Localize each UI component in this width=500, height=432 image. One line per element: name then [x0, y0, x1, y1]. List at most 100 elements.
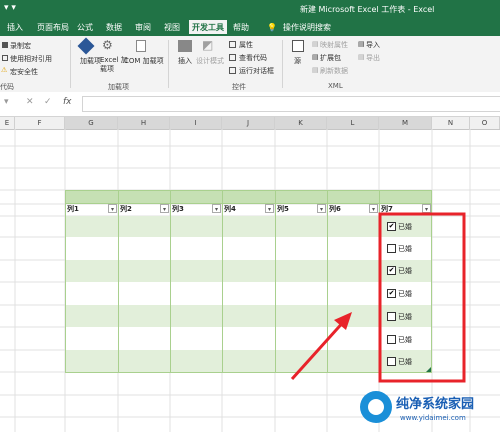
tab-help[interactable]: 帮助	[230, 20, 252, 36]
xml-source-button[interactable]: 源	[294, 56, 301, 66]
table-header-label: 列3	[172, 205, 184, 213]
column-header[interactable]: O	[470, 117, 500, 129]
enter-icon[interactable]: ✓	[44, 97, 52, 107]
checkbox-label: 已婚	[398, 336, 412, 344]
record-macro-icon	[2, 42, 8, 48]
column-header[interactable]: E	[0, 117, 15, 129]
column-header[interactable]: L	[327, 117, 379, 129]
column-header[interactable]: J	[222, 117, 275, 129]
design-mode-icon: ◩	[202, 38, 214, 52]
add-in-icon	[77, 37, 95, 55]
checkbox-label: 已婚	[398, 358, 412, 366]
married-checkbox[interactable]: ✔	[387, 222, 396, 231]
cancel-icon[interactable]: ✕	[26, 97, 34, 107]
ribbon-tabs: 插入 页面布局 公式 数据 审阅 视图 开发工具 帮助 💡 操作说明搜索	[0, 18, 500, 36]
relative-reference-button[interactable]: 使用相对引用	[10, 54, 52, 64]
column-header[interactable]: H	[118, 117, 170, 129]
group-separator	[168, 40, 169, 88]
run-dialog-button[interactable]: 运行对话框	[239, 66, 274, 76]
design-mode-button[interactable]: 设计模式	[196, 56, 224, 66]
checkbox-label: 已婚	[398, 313, 412, 321]
refresh-data-button[interactable]: 刷新数据	[320, 66, 348, 76]
name-box-dropdown-icon[interactable]: ▾	[4, 97, 9, 107]
refresh-data-icon: ▤	[312, 66, 319, 74]
column-header[interactable]: G	[65, 117, 118, 129]
tab-developer[interactable]: 开发工具	[189, 20, 227, 36]
function-icon[interactable]: fx	[63, 97, 72, 107]
table-header-label: 列2	[120, 205, 132, 213]
insert-controls-icon	[178, 40, 192, 52]
import-button[interactable]: 导入	[366, 40, 380, 50]
married-checkbox[interactable]	[387, 335, 396, 344]
expansion-pack-icon: ▤	[312, 53, 319, 61]
worksheet-grid[interactable]: 列1 ▾ 列2 ▾ 列3 ▾ 列4 ▾ 列5 ▾ 列6 ▾ 列7 ▾ ✔ 已婚 …	[0, 129, 500, 432]
table-resize-handle[interactable]	[426, 367, 431, 372]
tab-page-layout[interactable]: 页面布局	[34, 20, 72, 36]
quick-access-arrows-icon[interactable]: ▾ ▾	[4, 3, 16, 13]
filter-dropdown-icon[interactable]: ▾	[265, 204, 274, 213]
tab-review[interactable]: 审阅	[132, 20, 154, 36]
tab-insert[interactable]: 插入	[4, 20, 26, 36]
column-header[interactable]: K	[275, 117, 327, 129]
table-header-label: 列1	[67, 205, 79, 213]
tab-formulas[interactable]: 公式	[74, 20, 96, 36]
macro-security-button[interactable]: 宏安全性	[10, 67, 38, 77]
xml-source-icon	[292, 40, 304, 52]
filter-dropdown-icon[interactable]: ▾	[212, 204, 221, 213]
column-header[interactable]: M	[379, 117, 432, 129]
column-header[interactable]: I	[170, 117, 222, 129]
filter-dropdown-icon[interactable]: ▾	[369, 204, 378, 213]
group-separator	[282, 40, 283, 88]
watermark-logo: 纯净系统家园 www.yidaimei.com	[360, 387, 500, 432]
table-header-label: 列6	[329, 205, 341, 213]
insert-control-button[interactable]: 插入	[178, 56, 192, 66]
window-title: 新建 Microsoft Excel 工作表 - Excel	[300, 5, 435, 14]
group-label-xml: XML	[328, 82, 343, 90]
tell-me-search[interactable]: 操作说明搜索	[280, 20, 334, 36]
expansion-pack-button[interactable]: 扩展包	[320, 53, 341, 63]
excel-addin-gear-icon: ⚙	[102, 38, 113, 52]
group-label-code: 代码	[0, 83, 14, 91]
table-header-label: 列7	[381, 205, 393, 213]
properties-icon	[229, 41, 236, 48]
checkbox-label: 已婚	[398, 245, 412, 253]
column-header[interactable]: N	[432, 117, 470, 129]
title-bar: ▾ ▾ 新建 Microsoft Excel 工作表 - Excel	[0, 0, 500, 18]
map-properties-button[interactable]: 映射属性	[320, 40, 348, 50]
run-dialog-icon	[229, 67, 236, 74]
married-checkbox[interactable]	[387, 244, 396, 253]
filter-dropdown-icon[interactable]: ▾	[422, 204, 431, 213]
record-macro-button[interactable]: 录制宏	[10, 41, 31, 51]
warning-icon: ⚠	[1, 66, 8, 74]
export-button[interactable]: 导出	[366, 53, 380, 63]
group-label-controls: 控件	[232, 83, 246, 91]
table-header-cell: 列5 ▾	[275, 203, 327, 215]
filter-dropdown-icon[interactable]: ▾	[160, 204, 169, 213]
addins-button[interactable]: 加载项	[80, 56, 101, 66]
filter-dropdown-icon[interactable]: ▾	[108, 204, 117, 213]
married-checkbox[interactable]: ✔	[387, 289, 396, 298]
export-icon: ▤	[358, 53, 365, 61]
married-checkbox[interactable]	[387, 312, 396, 321]
relative-reference-icon	[2, 55, 8, 61]
view-code-button[interactable]: 查看代码	[239, 53, 267, 63]
ribbon: 录制宏 使用相对引用 ⚠ 宏安全性 代码 加载项 ⚙ Excel 加载项 COM…	[0, 36, 500, 93]
properties-button[interactable]: 属性	[239, 40, 253, 50]
group-label-addins: 加载项	[108, 83, 129, 91]
married-checkbox[interactable]: ✔	[387, 266, 396, 275]
married-checkbox[interactable]	[387, 357, 396, 366]
tab-data[interactable]: 数据	[103, 20, 125, 36]
import-icon: ▤	[358, 40, 365, 48]
watermark-badge-inner-icon	[368, 399, 384, 415]
com-addins-button[interactable]: COM 加载项	[124, 56, 164, 66]
formula-input[interactable]	[82, 96, 500, 112]
tab-view[interactable]: 视图	[161, 20, 183, 36]
com-addin-icon	[136, 40, 146, 52]
table-header-label: 列5	[277, 205, 289, 213]
view-code-icon	[229, 54, 236, 61]
filter-dropdown-icon[interactable]: ▾	[317, 204, 326, 213]
column-header[interactable]: F	[15, 117, 65, 129]
lightbulb-icon: 💡	[267, 23, 277, 32]
table-header-cell: 列3 ▾	[170, 203, 222, 215]
formula-bar: ▾ ✕ ✓ fx	[0, 92, 500, 117]
